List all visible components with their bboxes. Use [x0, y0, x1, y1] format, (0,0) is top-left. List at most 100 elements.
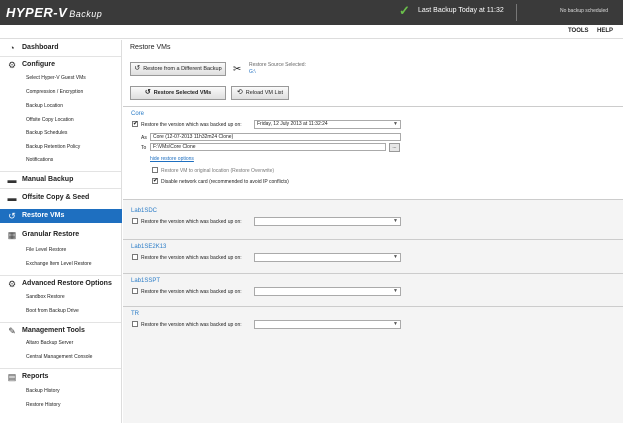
nav-restore-history[interactable]: Restore History [26, 402, 60, 408]
backup-version-select[interactable]: ▼ [254, 253, 401, 262]
restore-icon: ↺ [8, 211, 16, 221]
nav-restore-vms-label: Restore VMs [22, 212, 65, 219]
nav-offsite-copy[interactable]: ▬ Offsite Copy & Seed [0, 191, 122, 205]
reload-vm-list-button[interactable]: ⟲ Reload VM List [231, 86, 289, 100]
nav-select-vms[interactable]: Select Hyper-V Guest VMs [26, 75, 86, 81]
nav-configure[interactable]: ⚙ Configure [0, 58, 122, 72]
nav-dashboard-label: Dashboard [22, 44, 59, 51]
nav-divider [0, 56, 121, 57]
gear-icon: ⚙ [7, 60, 17, 70]
nav-divider [0, 275, 121, 276]
nav-sandbox-restore[interactable]: Sandbox Restore [26, 294, 65, 300]
nav-backup-history[interactable]: Backup History [26, 388, 60, 394]
chevron-down-icon: ▼ [393, 218, 398, 224]
check-icon: ✓ [399, 3, 410, 18]
disable-nic-checkbox[interactable]: ✔ [152, 178, 158, 184]
restore-different-backup-button[interactable]: ↺ Restore from a Different Backup [130, 62, 226, 76]
nav-backup-schedules[interactable]: Backup Schedules [26, 130, 67, 136]
nav-management-tools[interactable]: ✎ Management Tools [0, 324, 122, 338]
nav-altaro-backup-server[interactable]: Altaro Backup Server [26, 340, 73, 346]
restore-original-checkbox[interactable] [152, 167, 158, 173]
vm-panel-tr: TR Restore the version which was backed … [123, 306, 623, 340]
chevron-down-icon: ▼ [393, 254, 398, 260]
browse-button[interactable]: ... [389, 143, 400, 152]
menu-strip: TOOLS HELP [0, 25, 623, 39]
nav-backup-location[interactable]: Backup Location [26, 103, 63, 109]
main-panel: Restore VMs ↺ Restore from a Different Ba… [123, 40, 623, 423]
backup-version-select[interactable]: ▼ [254, 320, 401, 329]
nav-configure-label: Configure [22, 61, 56, 68]
restore-original-label: Restore VM to original location (Restore… [161, 168, 275, 174]
vm-name: Lab1SE2K13 [131, 244, 167, 250]
backup-drive-icon: ▬ [7, 175, 17, 185]
top-bar: HYPER-V Backup ✓ Last Backup Today at 11:… [0, 0, 623, 25]
chevron-down-icon: ▼ [393, 288, 398, 294]
backup-version-select[interactable]: ▼ [254, 217, 401, 226]
nav-divider [0, 368, 121, 369]
nav-granular-restore[interactable]: ▦ Granular Restore [0, 228, 122, 242]
vm-name: Lab1SDC [131, 208, 158, 214]
nav-manual-backup-label: Manual Backup [22, 176, 74, 183]
vm-panel-lab1se2k13: Lab1SE2K13 Restore the version which was… [123, 239, 623, 273]
vm-panel-lab1sspt: Lab1SSPT Restore the version which was b… [123, 273, 623, 306]
restore-version-label: Restore the version which was backed up … [141, 219, 242, 225]
menu-help[interactable]: HELP [597, 28, 613, 34]
nav-dashboard[interactable]: ◔ Dashboard [0, 41, 122, 55]
clone-name-input[interactable]: Core (12-07-2013 11h32m24 Clone) [150, 133, 401, 141]
nav-reports[interactable]: ▤ Reports [0, 370, 122, 384]
restore-path-input[interactable]: F:\VMs\Core Clone [150, 143, 386, 151]
last-backup-status: Last Backup Today at 11:32 [418, 7, 504, 14]
nav-reports-label: Reports [22, 373, 49, 380]
nav-notifications[interactable]: Notifications [26, 157, 53, 163]
nav-boot-from-backup[interactable]: Boot from Backup Drive [26, 308, 79, 314]
reload-vm-list-label: Reload VM List [245, 90, 284, 96]
reload-icon: ⟲ [236, 89, 243, 96]
menu-tools[interactable]: TOOLS [568, 28, 589, 34]
nav-offsite-location[interactable]: Offsite Copy Location [26, 117, 74, 123]
offsite-drive-icon: ▬ [7, 193, 17, 203]
vm-panel-lab1sdc: Lab1SDC Restore the version which was ba… [123, 199, 623, 239]
nav-central-management[interactable]: Central Management Console [26, 354, 92, 360]
status-divider [516, 4, 517, 21]
restore-version-label: Restore the version which was backed up … [141, 289, 242, 295]
hide-restore-options-link[interactable]: hide restore options [150, 156, 194, 162]
restore-selected-vms-button[interactable]: ↺ Restore Selected VMs [130, 86, 226, 100]
disable-nic-label: Disable network card (recommended to avo… [161, 179, 289, 185]
vm-select-checkbox[interactable] [132, 218, 138, 224]
vm-name: TR [131, 311, 139, 317]
nav-compression[interactable]: Compression / Encryption [26, 89, 83, 95]
vm-panel-core: Core ✔ Restore the version which was bac… [123, 106, 623, 199]
nav-retention-policy[interactable]: Backup Retention Policy [26, 144, 80, 150]
sidebar: ◔ Dashboard ⚙ Configure Select Hyper-V G… [0, 40, 122, 423]
vm-select-checkbox[interactable] [132, 254, 138, 260]
vm-name: Core [131, 111, 145, 117]
nav-file-level-restore[interactable]: File Level Restore [26, 247, 66, 253]
nav-exchange-restore[interactable]: Exchange Item Level Restore [26, 261, 92, 267]
nav-advanced-restore[interactable]: ⚙ Advanced Restore Options [0, 277, 122, 291]
restore-version-label: Restore the version which was backed up … [141, 255, 242, 261]
restore-selected-vms-label: Restore Selected VMs [153, 90, 212, 96]
backup-version-select[interactable]: Friday, 12 July 2013 at 11:32:24 ▼ [254, 120, 401, 129]
vm-select-checkbox[interactable]: ✔ [132, 121, 138, 127]
advanced-restore-icon: ⚙ [7, 279, 17, 289]
schedule-status: No backup scheduled [560, 8, 609, 14]
logo-main-text: HYPER-V [6, 5, 68, 20]
backup-version-value: Friday, 12 July 2013 at 11:32:24 [257, 121, 328, 127]
chevron-down-icon: ▼ [393, 321, 398, 327]
restore-different-backup-label: Restore from a Different Backup [143, 66, 222, 72]
restore-icon: ↺ [134, 65, 141, 72]
restore-icon: ↺ [144, 89, 151, 96]
app-logo: HYPER-V Backup [6, 5, 102, 20]
reports-icon: ▤ [7, 372, 17, 382]
vm-select-checkbox[interactable] [132, 288, 138, 294]
vm-select-checkbox[interactable] [132, 321, 138, 327]
nav-divider [0, 322, 121, 323]
backup-version-select[interactable]: ▼ [254, 287, 401, 296]
nav-manual-backup[interactable]: ▬ Manual Backup [0, 173, 122, 187]
restore-source-value[interactable]: G:\ [249, 69, 256, 75]
nav-advanced-restore-label: Advanced Restore Options [22, 280, 112, 287]
as-label: As [141, 135, 147, 141]
chevron-down-icon: ▼ [393, 121, 398, 127]
logo-sub-text: Backup [69, 9, 103, 19]
nav-restore-vms[interactable]: ↺ Restore VMs [0, 209, 122, 223]
